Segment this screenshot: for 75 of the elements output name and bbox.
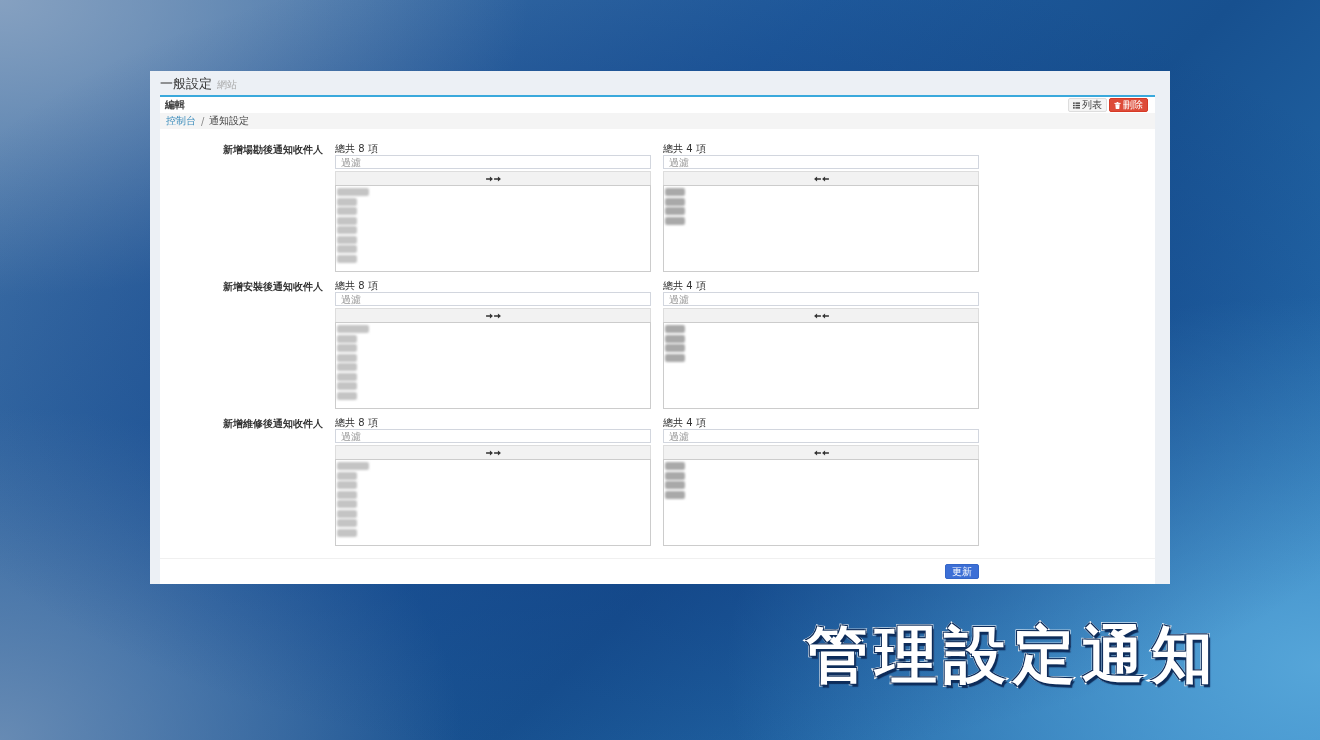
filter-field[interactable]: 過濾 (335, 292, 651, 306)
recipient-list[interactable] (335, 322, 651, 409)
redacted-list-item[interactable] (337, 382, 357, 390)
recipient-list[interactable] (335, 185, 651, 272)
item-count: 總共 8 項 (335, 417, 378, 428)
item-count: 總共 8 項 (335, 143, 378, 154)
redacted-list-item[interactable] (665, 462, 685, 470)
breadcrumb-separator: / (201, 115, 205, 127)
redacted-list-item[interactable] (665, 325, 685, 333)
redacted-list-item[interactable] (337, 207, 357, 215)
redacted-list-item[interactable] (337, 391, 357, 400)
recipient-list[interactable] (335, 459, 651, 546)
item-count: 總共 4 項 (663, 280, 706, 291)
list-button[interactable]: 列表 (1068, 98, 1107, 112)
page-subtitle: 網站 (217, 78, 237, 92)
update-button[interactable]: 更新 (945, 564, 979, 579)
redacted-list-item[interactable] (337, 481, 357, 489)
page-title: 一般設定 (160, 75, 212, 93)
trash-icon (1114, 101, 1121, 109)
redacted-list-item[interactable] (665, 216, 685, 225)
list-icon (1073, 101, 1080, 109)
redacted-list-item[interactable] (337, 490, 357, 499)
redacted-list-item[interactable] (665, 344, 685, 352)
redacted-list-item[interactable] (337, 519, 357, 527)
redacted-list-item[interactable] (337, 462, 369, 470)
redacted-list-item[interactable] (337, 528, 357, 537)
redacted-list-item[interactable] (337, 353, 357, 362)
redacted-list-item[interactable] (337, 344, 357, 352)
redacted-list-item[interactable] (337, 226, 357, 234)
breadcrumb-link[interactable]: 控制台 (166, 114, 196, 128)
filter-field[interactable]: 過濾 (335, 155, 651, 169)
redacted-list-item[interactable] (665, 471, 685, 480)
redacted-list-item[interactable] (665, 490, 685, 499)
redacted-list-item[interactable] (337, 372, 357, 381)
item-count: 總共 8 項 (335, 280, 378, 291)
redacted-list-item[interactable] (337, 363, 357, 371)
filter-field[interactable]: 過濾 (663, 429, 979, 443)
redacted-list-item[interactable] (665, 334, 685, 343)
redacted-list-item[interactable] (665, 188, 685, 196)
move-all-left-button[interactable] (663, 445, 979, 459)
redacted-list-item[interactable] (337, 235, 357, 244)
recipient-list[interactable] (663, 185, 979, 272)
field-label: 新增場勘後通知收件人 (223, 144, 323, 155)
redacted-list-item[interactable] (665, 353, 685, 362)
redacted-list-item[interactable] (337, 197, 357, 206)
item-count: 總共 4 項 (663, 417, 706, 428)
redacted-list-item[interactable] (337, 325, 369, 333)
redacted-list-item[interactable] (337, 509, 357, 518)
breadcrumb-current: 通知設定 (209, 114, 250, 128)
redacted-list-item[interactable] (665, 481, 685, 489)
redacted-list-item[interactable] (337, 216, 357, 225)
move-all-left-button[interactable] (663, 308, 979, 322)
item-count: 總共 4 項 (663, 143, 706, 154)
filter-field[interactable]: 過濾 (663, 155, 979, 169)
recipient-list[interactable] (663, 322, 979, 409)
caption-title: 管理設定通知 (806, 624, 1220, 686)
redacted-list-item[interactable] (337, 334, 357, 343)
redacted-list-item[interactable] (337, 500, 357, 508)
redacted-list-item[interactable] (665, 197, 685, 206)
redacted-list-item[interactable] (337, 471, 357, 480)
redacted-list-item[interactable] (337, 188, 369, 196)
field-label: 新增維修後通知收件人 (223, 418, 323, 429)
delete-button[interactable]: 刪除 (1109, 98, 1148, 112)
move-all-right-button[interactable] (335, 171, 651, 185)
redacted-list-item[interactable] (665, 207, 685, 215)
move-all-right-button[interactable] (335, 445, 651, 459)
redacted-list-item[interactable] (337, 254, 357, 263)
card-title: 編輯 (165, 98, 185, 112)
redacted-list-item[interactable] (337, 245, 357, 253)
field-label: 新增安裝後通知收件人 (223, 281, 323, 292)
recipient-list[interactable] (663, 459, 979, 546)
filter-field[interactable]: 過濾 (335, 429, 651, 443)
filter-field[interactable]: 過濾 (663, 292, 979, 306)
move-all-right-button[interactable] (335, 308, 651, 322)
move-all-left-button[interactable] (663, 171, 979, 185)
